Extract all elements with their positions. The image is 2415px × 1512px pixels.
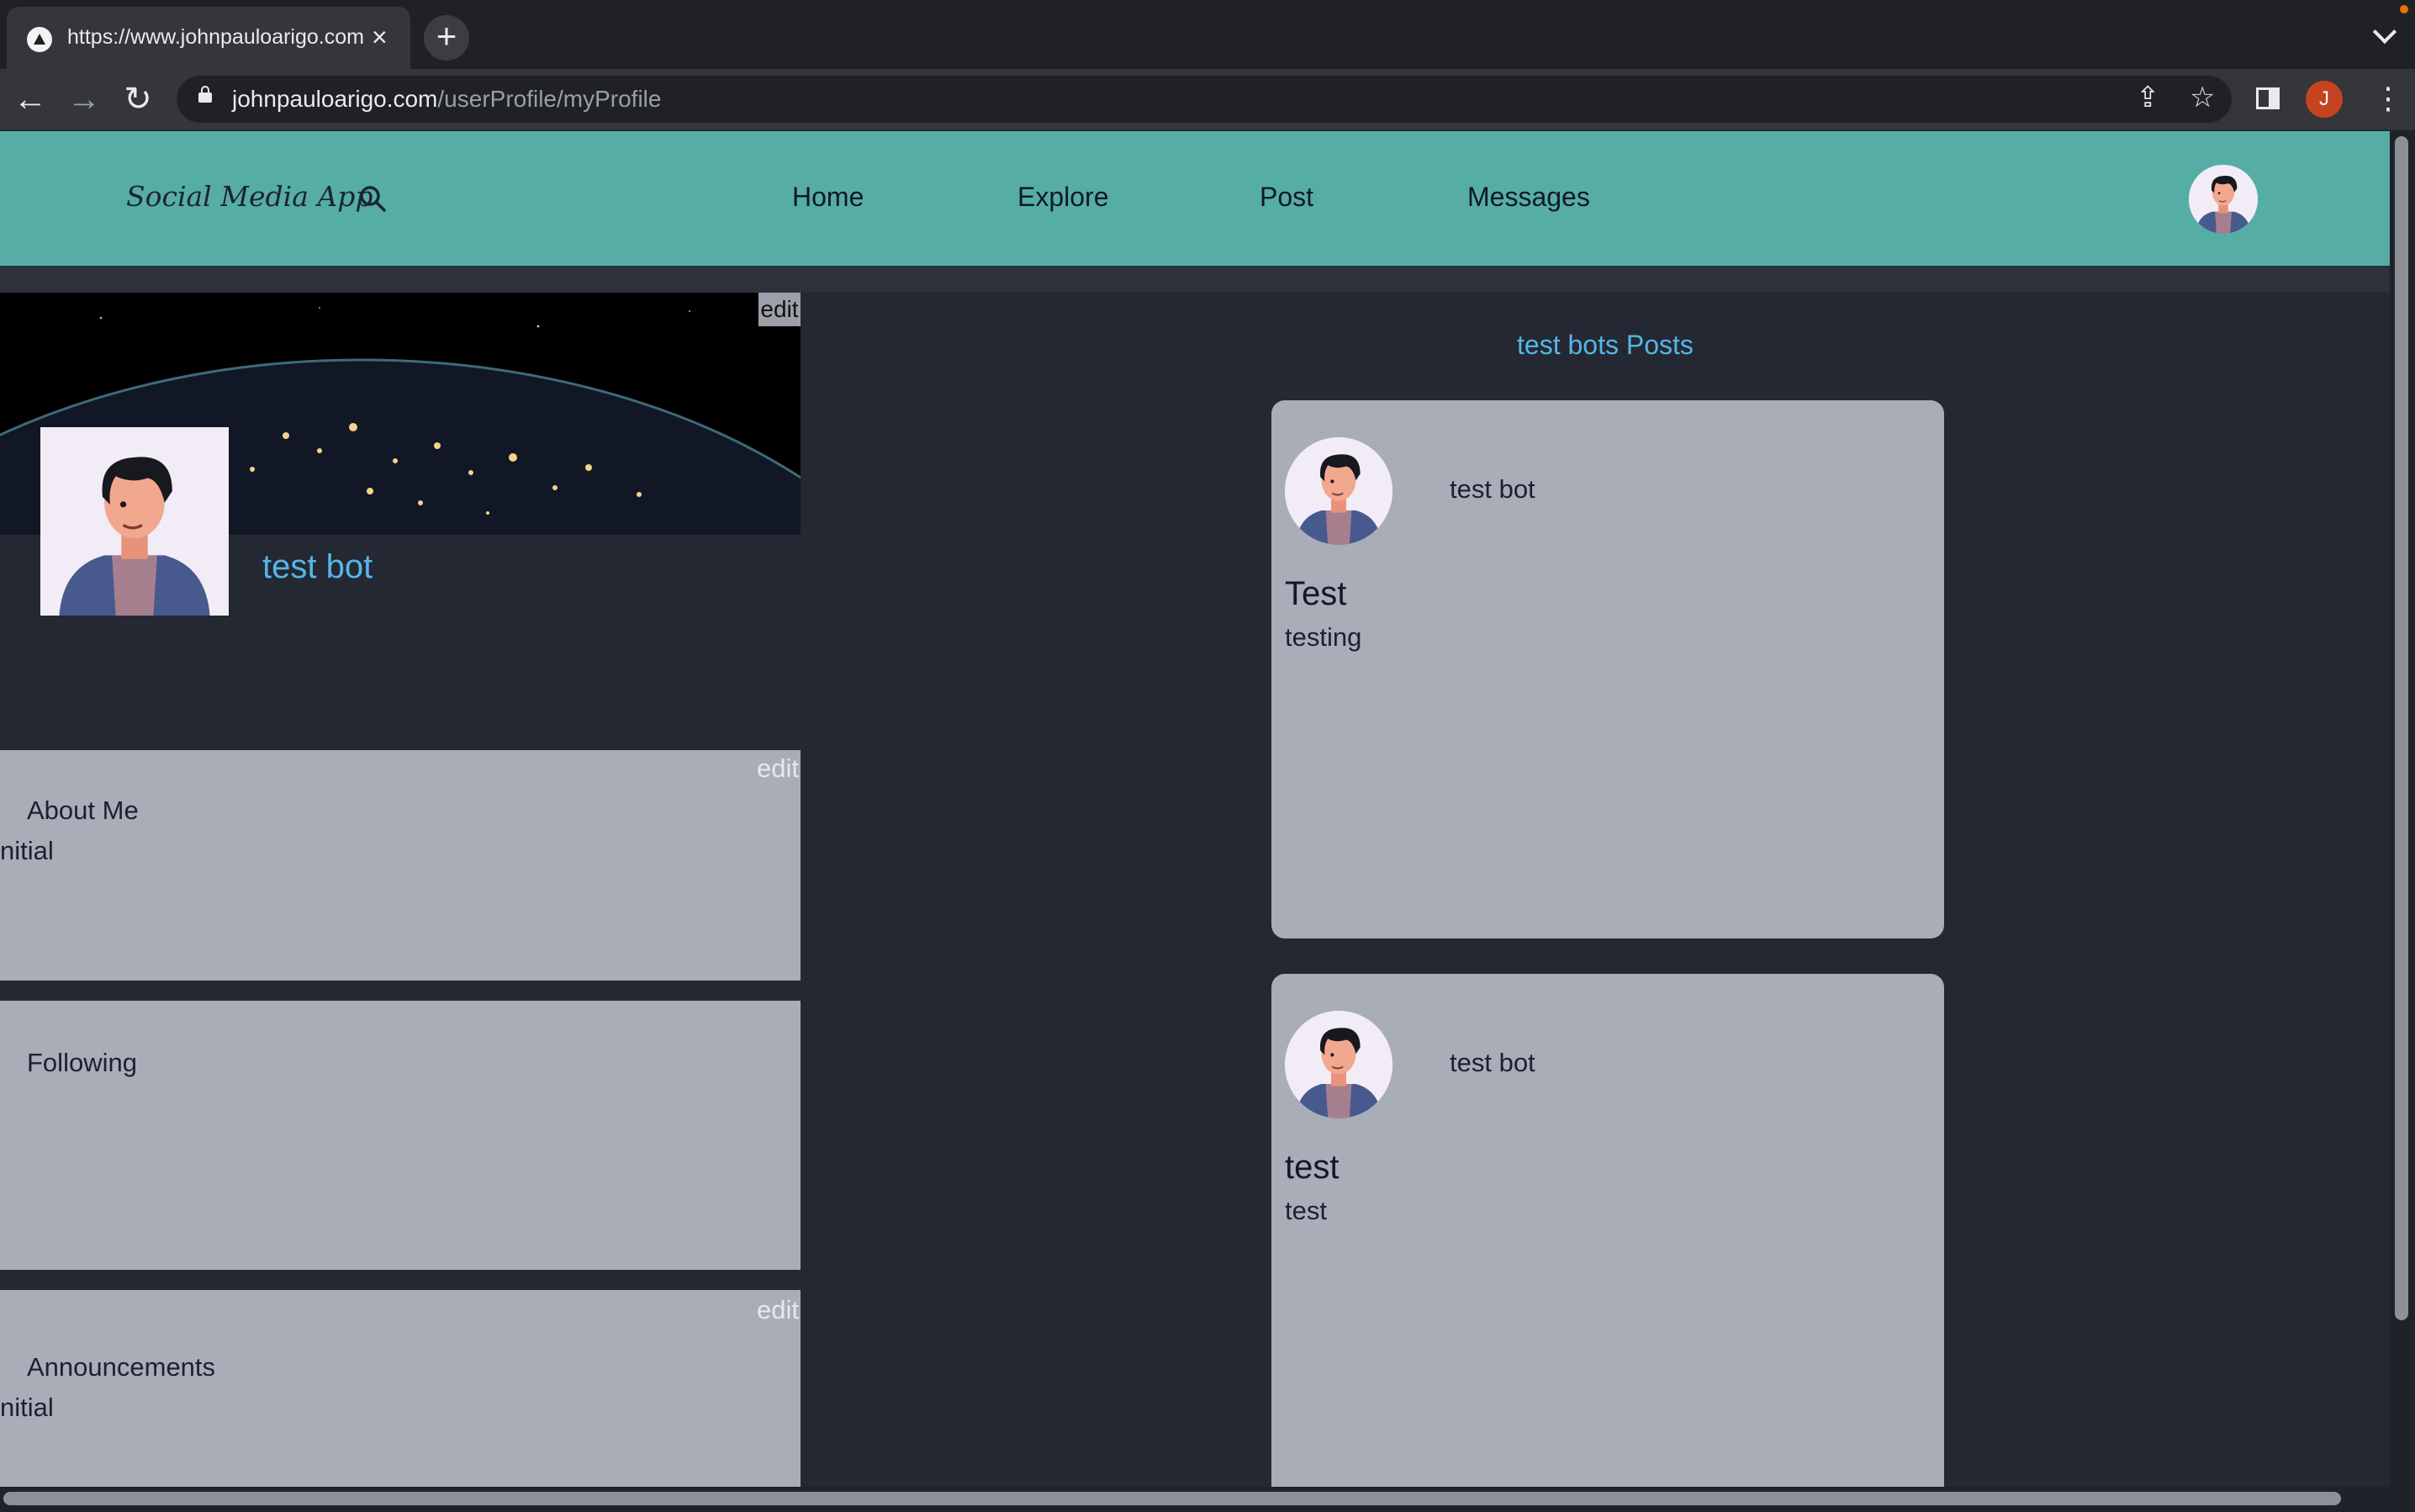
horizontal-scrollbar-thumb[interactable]	[3, 1492, 2341, 1505]
post-author-avatar[interactable]	[1285, 437, 1392, 545]
profile-picture[interactable]	[40, 427, 229, 616]
announcements-card: edit Announcements nitial	[0, 1290, 801, 1487]
forward-arrow-icon[interactable]: →	[62, 77, 106, 121]
post-body: test	[1285, 1196, 1327, 1225]
new-tab-button[interactable]: +	[424, 15, 469, 61]
post-author-avatar[interactable]	[1285, 1011, 1392, 1118]
post-title: Test	[1285, 575, 1347, 612]
about-me-card: edit About Me nitial	[0, 750, 801, 981]
nav-link-messages[interactable]: Messages	[1467, 182, 1590, 213]
brand-logo[interactable]: Social Media App	[126, 180, 373, 213]
side-panel-icon[interactable]	[2256, 87, 2280, 109]
back-arrow-icon[interactable]: ←	[8, 77, 52, 121]
app-navbar: Social Media App Home Explore Post Messa…	[0, 131, 2390, 266]
close-tab-icon[interactable]: ×	[372, 22, 388, 53]
share-icon[interactable]: ⇪	[2136, 81, 2160, 114]
tab-title: https://www.johnpauloarigo.com	[67, 25, 364, 49]
edit-cover-button[interactable]: edit	[758, 293, 801, 326]
reload-icon[interactable]: ↻	[116, 77, 160, 121]
announcements-edit-button[interactable]: edit	[757, 1295, 799, 1325]
post-body: testing	[1285, 622, 1362, 652]
posts-heading: test bots Posts	[1517, 330, 1694, 360]
star-icon[interactable]: ☆	[2190, 81, 2215, 114]
address-bar[interactable]: johnpauloarigo.com/userProfile/myProfile…	[177, 76, 2232, 123]
lock-icon[interactable]	[198, 86, 212, 103]
site-favicon-icon	[27, 27, 52, 52]
url-domain: johnpauloarigo.com	[232, 86, 438, 112]
about-me-title: About Me	[27, 796, 139, 825]
post-card[interactable]: test bot test test	[1271, 974, 1944, 1487]
url-text[interactable]: johnpauloarigo.com/userProfile/myProfile	[232, 86, 661, 113]
kebab-menu-icon[interactable]: ⋮	[2373, 79, 2403, 118]
post-card[interactable]: test bot Test testing	[1271, 400, 1944, 938]
vertical-scrollbar-thumb[interactable]	[2395, 136, 2408, 1320]
post-author-name[interactable]: test bot	[1450, 1048, 1535, 1078]
browser-tab[interactable]: https://www.johnpauloarigo.com ×	[7, 7, 410, 69]
user-avatar[interactable]	[2189, 165, 2258, 234]
announcements-title: Announcements	[27, 1352, 216, 1382]
profile-name: test bot	[262, 548, 373, 585]
announcements-text: nitial	[0, 1393, 54, 1422]
post-title: test	[1285, 1149, 1340, 1186]
about-me-text: nitial	[0, 836, 54, 865]
nav-link-home[interactable]: Home	[792, 182, 864, 213]
nav-link-post[interactable]: Post	[1260, 182, 1313, 213]
browser-toolbar: ← → ↻ johnpauloarigo.com/userProfile/myP…	[0, 69, 2415, 130]
browser-tab-strip: https://www.johnpauloarigo.com × +	[0, 0, 2415, 69]
nav-link-explore[interactable]: Explore	[1017, 182, 1109, 213]
following-card: Following	[0, 1001, 801, 1270]
browser-profile-avatar[interactable]: J	[2306, 81, 2343, 118]
about-me-edit-button[interactable]: edit	[757, 753, 799, 784]
tab-search-chevron-icon[interactable]	[2372, 19, 2397, 45]
url-path: /userProfile/myProfile	[437, 86, 662, 112]
post-author-name[interactable]: test bot	[1450, 474, 1535, 505]
notification-dot	[2400, 5, 2408, 13]
following-title: Following	[27, 1048, 137, 1077]
page-header-band	[0, 266, 2390, 293]
search-icon[interactable]	[357, 183, 388, 214]
